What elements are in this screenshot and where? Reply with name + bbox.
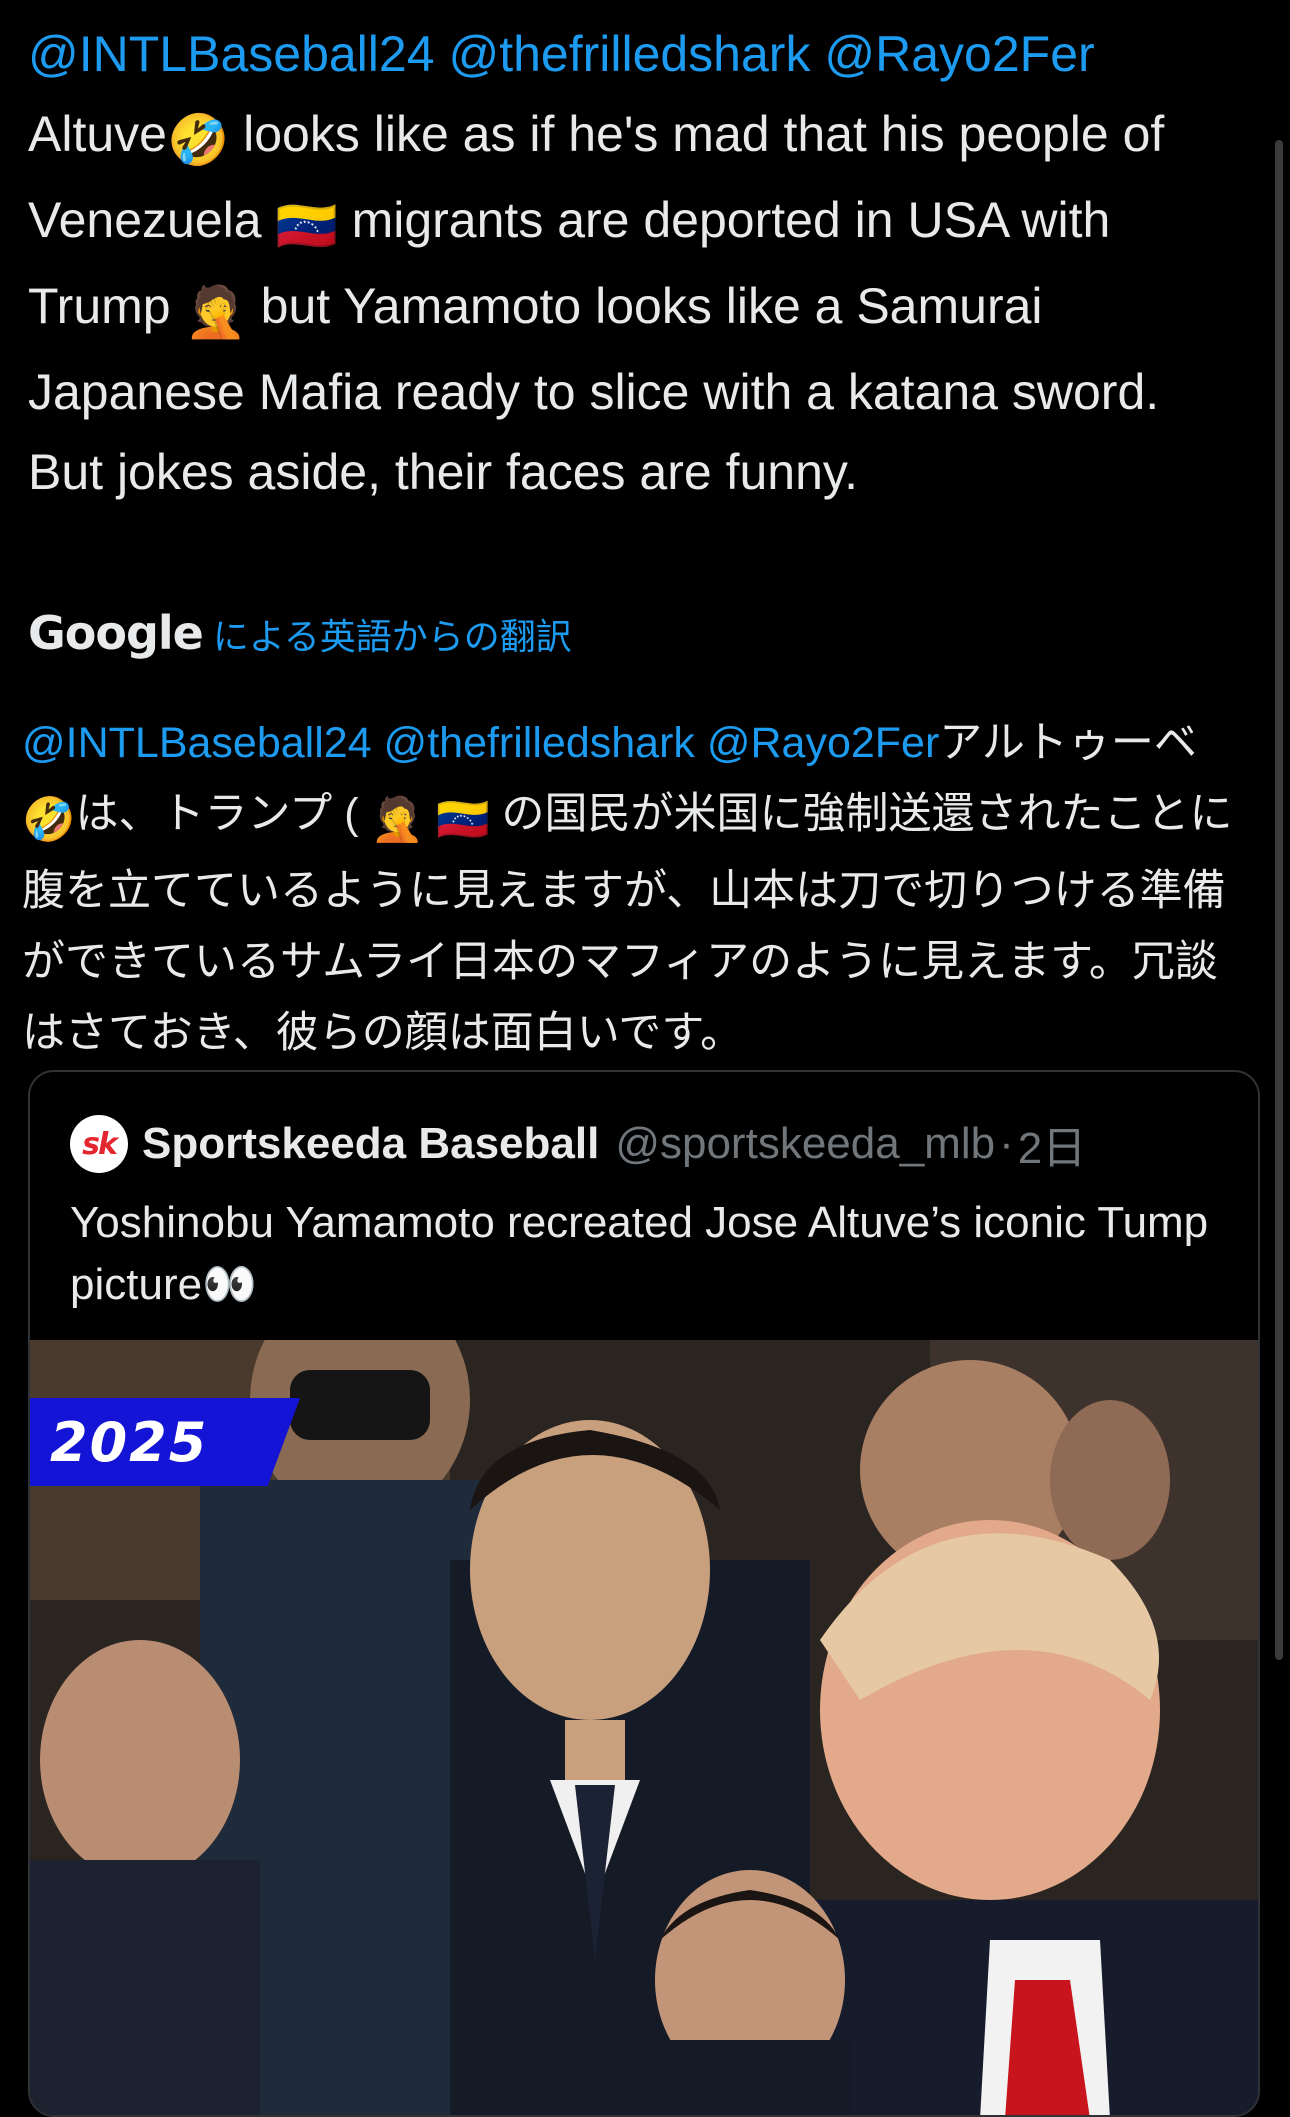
post-text-part1: Altuve (28, 106, 167, 162)
sportskeeda-avatar[interactable]: sk (70, 1115, 128, 1173)
translated-text-part2: は、トランプ ( (75, 790, 371, 838)
sportskeeda-logo-text: sk (82, 1126, 118, 1162)
quote-header: sk Sportskeeda Baseball @sportskeeda_mlb… (70, 1114, 1086, 1174)
post: @INTLBaseball24 @thefrilledshark @Rayo2F… (22, 14, 1248, 1069)
translation-attribution[interactable]: Google による英語からの翻訳 (28, 606, 1248, 666)
mention-thefrilledshark[interactable]: @thefrilledshark (448, 26, 810, 82)
mention-intlbaseball24[interactable]: @INTLBaseball24 (28, 26, 435, 82)
post-text: @INTLBaseball24 @thefrilledshark @Rayo2F… (28, 14, 1248, 512)
quote-author-handle[interactable]: @sportskeeda_mlb (615, 1119, 995, 1169)
translated-text-part1: アルトゥーベ (939, 719, 1197, 767)
facepalm-emoji-icon: 🤦 (370, 796, 425, 844)
quote-tweet-card[interactable]: sk Sportskeeda Baseball @sportskeeda_mlb… (28, 1070, 1260, 2117)
google-logo: Google (28, 606, 204, 660)
translated-text: @INTLBaseball24 @thefrilledshark @Rayo2F… (22, 708, 1248, 1069)
facepalm-emoji-icon: 🤦 (184, 284, 247, 340)
venezuela-flag-icon: 🇻🇪 (435, 796, 490, 844)
year-badge-text: 2025 (50, 1410, 209, 1474)
rofl-emoji-icon: 🤣 (166, 112, 230, 168)
translated-mentions[interactable]: @INTLBaseball24 @thefrilledshark @Rayo2F… (22, 719, 939, 767)
quote-author-name[interactable]: Sportskeeda Baseball (142, 1119, 599, 1169)
translation-label[interactable]: による英語からの翻訳 (213, 608, 572, 660)
quote-text: Yoshinobu Yamamoto recreated Jose Altuve… (70, 1192, 1220, 1316)
quote-timestamp[interactable]: 2日 (1018, 1112, 1086, 1176)
scrollbar[interactable] (1275, 140, 1283, 1660)
quote-separator: · (999, 1119, 1014, 1168)
year-badge: 2025 (30, 1398, 300, 1486)
quote-media-image[interactable]: 2025 (30, 1340, 1258, 2115)
mention-rayo2fer[interactable]: @Rayo2Fer (824, 26, 1094, 82)
eyes-emoji-icon: 👀 (202, 1260, 257, 1309)
rofl-emoji-icon: 🤣 (22, 796, 76, 844)
venezuela-flag-icon: 🇻🇪 (275, 198, 338, 254)
